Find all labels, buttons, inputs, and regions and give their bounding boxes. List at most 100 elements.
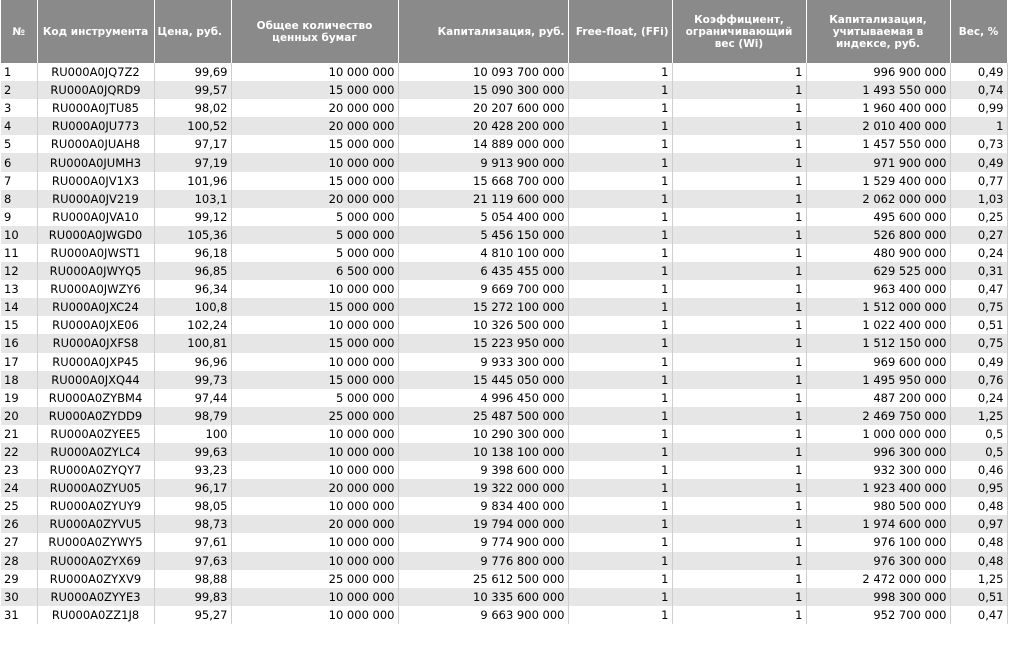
row-number-cell: 3 bbox=[1, 99, 38, 118]
table-row: 24 RU000A0ZYU05 96,17 20 000 000 19 322 000 … bbox=[1, 479, 1008, 498]
price-cell: 97,61 bbox=[154, 533, 232, 552]
index-capitalization-cell: 487 200 000 bbox=[806, 388, 951, 407]
instrument-code-cell: RU000A0ZYBM4 bbox=[37, 388, 155, 407]
table-row: 22 RU000A0ZYLC4 99,63 10 000 000 10 138 100 … bbox=[1, 442, 1008, 462]
total-securities-cell: 5 000 000 bbox=[231, 388, 399, 407]
capitalization-cell: 15 445 050 000 bbox=[398, 370, 569, 389]
table-row: 27 RU000A0ZYWY5 97,61 10 000 000 9 774 900 0… bbox=[1, 533, 1008, 552]
index-capitalization-cell: 2 062 000 000 bbox=[806, 189, 951, 208]
capitalization-cell: 10 290 300 000 bbox=[398, 424, 569, 443]
index-capitalization-cell: 1 960 400 000 bbox=[806, 99, 951, 118]
total-securities-cell: 20 000 000 bbox=[231, 479, 399, 498]
row-number-cell: 20 bbox=[1, 406, 38, 425]
free-float-cell: 1 bbox=[568, 497, 673, 516]
weight-percent-cell: 0,5 bbox=[950, 442, 1008, 462]
weight-percent-cell: 1,03 bbox=[950, 189, 1008, 208]
weight-coefficient-cell: 1 bbox=[672, 352, 807, 371]
price-cell: 105,36 bbox=[154, 225, 232, 244]
free-float-cell: 1 bbox=[568, 99, 673, 118]
total-securities-cell: 10 000 000 bbox=[231, 461, 399, 480]
weight-coefficient-cell: 1 bbox=[672, 298, 807, 317]
price-cell: 96,18 bbox=[154, 243, 232, 263]
table-row: 2 RU000A0JQRD9 99,57 15 000 000 15 090 300 0… bbox=[1, 81, 1008, 100]
price-cell: 98,88 bbox=[154, 569, 232, 588]
price-cell: 100,52 bbox=[154, 117, 232, 136]
table-row: 7 RU000A0JV1X3 101,96 15 000 000 15 668 700 … bbox=[1, 171, 1008, 190]
row-number-cell: 2 bbox=[1, 81, 38, 100]
capitalization-cell: 19 322 000 000 bbox=[398, 479, 569, 498]
free-float-cell: 1 bbox=[568, 153, 673, 172]
instrument-code-cell: RU000A0JV219 bbox=[37, 189, 155, 208]
capitalization-cell: 6 435 455 000 bbox=[398, 262, 569, 281]
weight-percent-cell: 0,25 bbox=[950, 207, 1008, 226]
price-cell: 98,05 bbox=[154, 497, 232, 516]
weight-coefficient-cell: 1 bbox=[672, 135, 807, 154]
header-capitalization: Капитализация, руб. bbox=[398, 0, 569, 63]
price-cell: 97,44 bbox=[154, 388, 232, 407]
instrument-code-cell: RU000A0JWGD0 bbox=[37, 225, 155, 244]
weight-percent-cell: 0,51 bbox=[950, 587, 1008, 606]
instrument-code-cell: RU000A0ZYUY9 bbox=[37, 497, 155, 516]
weight-coefficient-cell: 1 bbox=[672, 515, 807, 534]
index-capitalization-cell: 2 010 400 000 bbox=[806, 117, 951, 136]
header-weight-percent: Вес, % bbox=[950, 0, 1008, 63]
index-capitalization-cell: 1 512 000 000 bbox=[806, 298, 951, 317]
weight-percent-cell: 0,75 bbox=[950, 298, 1008, 317]
index-capitalization-cell: 969 600 000 bbox=[806, 352, 951, 371]
price-cell: 96,34 bbox=[154, 280, 232, 299]
free-float-cell: 1 bbox=[568, 207, 673, 226]
instrument-code-cell: RU000A0ZYDD9 bbox=[37, 406, 155, 425]
table-body: 1 RU000A0JQ7Z2 99,69 10 000 000 10 093 700 0… bbox=[1, 63, 1008, 624]
index-capitalization-cell: 2 469 750 000 bbox=[806, 406, 951, 425]
capitalization-cell: 15 272 100 000 bbox=[398, 298, 569, 317]
table-row: 4 RU000A0JU773 100,52 20 000 000 20 428 200 … bbox=[1, 117, 1008, 136]
price-cell: 95,27 bbox=[154, 605, 232, 624]
total-securities-cell: 20 000 000 bbox=[231, 189, 399, 208]
total-securities-cell: 15 000 000 bbox=[231, 298, 399, 317]
total-securities-cell: 10 000 000 bbox=[231, 533, 399, 552]
weight-coefficient-cell: 1 bbox=[672, 370, 807, 389]
total-securities-cell: 25 000 000 bbox=[231, 406, 399, 425]
price-cell: 99,83 bbox=[154, 587, 232, 606]
table-row: 17 RU000A0JXP45 96,96 10 000 000 9 933 300 0… bbox=[1, 352, 1008, 371]
table-row: 26 RU000A0ZYVU5 98,73 20 000 000 19 794 000 … bbox=[1, 515, 1008, 534]
price-cell: 99,63 bbox=[154, 442, 232, 462]
total-securities-cell: 10 000 000 bbox=[231, 280, 399, 299]
instrument-code-cell: RU000A0JXC24 bbox=[37, 298, 155, 317]
capitalization-cell: 10 335 600 000 bbox=[398, 587, 569, 606]
row-number-cell: 8 bbox=[1, 189, 38, 208]
weight-percent-cell: 0,51 bbox=[950, 316, 1008, 335]
capitalization-cell: 5 456 150 000 bbox=[398, 225, 569, 244]
instrument-code-cell: RU000A0ZYYE3 bbox=[37, 587, 155, 606]
index-capitalization-cell: 1 529 400 000 bbox=[806, 171, 951, 190]
index-capitalization-cell: 1 512 150 000 bbox=[806, 334, 951, 353]
total-securities-cell: 15 000 000 bbox=[231, 81, 399, 100]
instrument-code-cell: RU000A0ZYLC4 bbox=[37, 442, 155, 462]
row-number-cell: 18 bbox=[1, 370, 38, 389]
index-capitalization-cell: 998 300 000 bbox=[806, 587, 951, 606]
weight-percent-cell: 0,48 bbox=[950, 533, 1008, 552]
row-number-cell: 14 bbox=[1, 298, 38, 317]
instrument-code-cell: RU000A0ZYVU5 bbox=[37, 515, 155, 534]
capitalization-cell: 21 119 600 000 bbox=[398, 189, 569, 208]
index-capitalization-cell: 971 900 000 bbox=[806, 153, 951, 172]
weight-coefficient-cell: 1 bbox=[672, 225, 807, 244]
free-float-cell: 1 bbox=[568, 135, 673, 154]
index-capitalization-cell: 932 300 000 bbox=[806, 461, 951, 480]
free-float-cell: 1 bbox=[568, 334, 673, 353]
free-float-cell: 1 bbox=[568, 551, 673, 570]
weight-percent-cell: 0,49 bbox=[950, 153, 1008, 172]
total-securities-cell: 10 000 000 bbox=[231, 153, 399, 172]
free-float-cell: 1 bbox=[568, 316, 673, 335]
table-row: 25 RU000A0ZYUY9 98,05 10 000 000 9 834 400 0… bbox=[1, 497, 1008, 516]
table-header: № Код инструмента Цена, руб. Общее колич… bbox=[1, 0, 1008, 63]
row-number-cell: 22 bbox=[1, 442, 38, 462]
free-float-cell: 1 bbox=[568, 406, 673, 425]
weight-percent-cell: 0,27 bbox=[950, 225, 1008, 244]
total-securities-cell: 5 000 000 bbox=[231, 243, 399, 263]
instrument-code-cell: RU000A0JXP45 bbox=[37, 352, 155, 371]
free-float-cell: 1 bbox=[568, 461, 673, 480]
weight-percent-cell: 0,77 bbox=[950, 171, 1008, 190]
index-capitalization-cell: 1 000 000 000 bbox=[806, 424, 951, 443]
free-float-cell: 1 bbox=[568, 587, 673, 606]
